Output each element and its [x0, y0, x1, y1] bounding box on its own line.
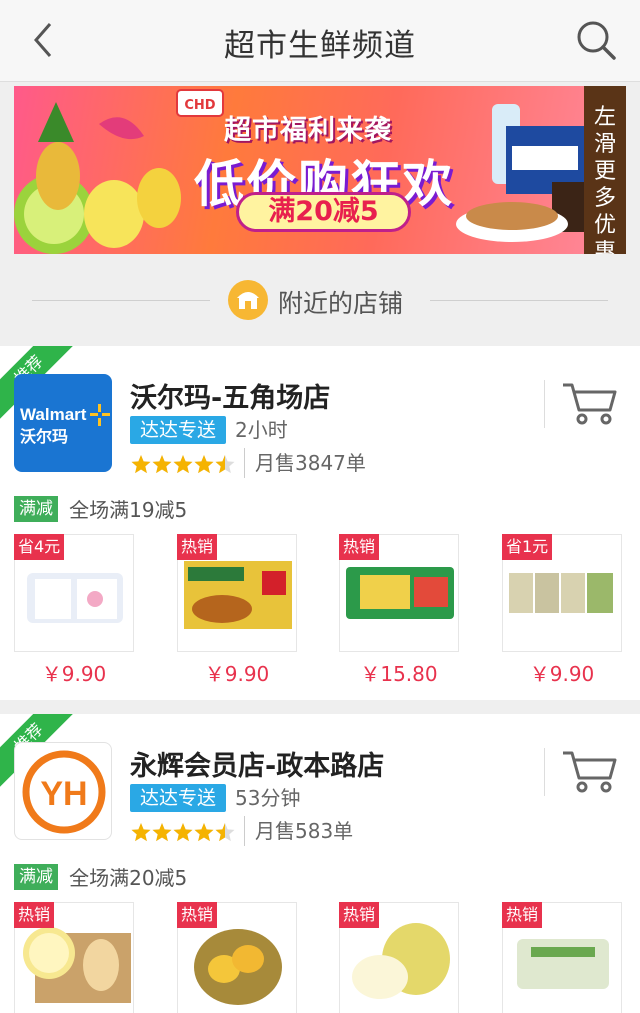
- search-button[interactable]: [574, 18, 618, 62]
- search-icon: [577, 21, 616, 60]
- product-card[interactable]: 省1元 ￥9.90: [502, 534, 626, 686]
- product-tag: 热销: [177, 534, 218, 560]
- cart-button[interactable]: [560, 748, 620, 794]
- product-price: ￥9.90: [204, 662, 270, 686]
- brand-mark-text: CHD: [184, 98, 215, 113]
- delivery-eta: 53分钟: [235, 786, 301, 810]
- product-strip: 热销 热销 热销 热销: [0, 902, 640, 1013]
- product-tag: 热销: [177, 902, 218, 928]
- nearby-stores-header: 附近的店铺: [0, 270, 640, 332]
- delivery-badge: 达达专送: [130, 416, 227, 444]
- delivery-eta: 2小时: [235, 418, 288, 442]
- side-tab-char: 多: [593, 186, 616, 211]
- monthly-sales: 月售583单: [244, 816, 353, 846]
- rating-stars: [131, 823, 235, 842]
- walmart-spark-icon: [90, 404, 110, 426]
- product-price: ￥9.90: [529, 662, 595, 686]
- star-filled-icon: [194, 823, 214, 842]
- product-card[interactable]: 省4元 ￥9.90: [14, 534, 138, 686]
- section-title: 附近的店铺: [278, 289, 404, 318]
- dragonfruit-image: [99, 117, 144, 140]
- yh-logo: YH: [14, 742, 112, 840]
- pineapple-leaves: [38, 102, 74, 142]
- logo-text-line1: Walmart: [20, 405, 87, 424]
- side-tab-char: 优: [593, 213, 616, 238]
- rating-stars: [131, 455, 235, 474]
- store-name: 永辉会员店-政本路店: [130, 751, 385, 782]
- product-strip: 省4元 ￥9.90 热销 ￥9.90 热销 ￥15.80 省1元 ￥9.90: [0, 534, 640, 686]
- product-price: ￥15.80: [360, 662, 438, 686]
- shopping-cart-icon: [563, 751, 617, 793]
- logo-text-line2: 沃尔玛: [20, 427, 68, 446]
- product-card[interactable]: 热销: [339, 902, 463, 1013]
- product-tag: 省4元: [14, 534, 65, 560]
- store-card-walmart[interactable]: 推荐 Walmart 沃尔玛 沃尔玛-五角场店 达达专送 2小时 月售3847单: [0, 346, 640, 700]
- product-card[interactable]: 热销: [177, 902, 301, 1013]
- store-name: 沃尔玛-五角场店: [130, 383, 331, 414]
- logo-text: YH: [40, 775, 87, 813]
- app-page: 超市生鲜频道 CHD 超市福利来袭 低价购狂欢 满20减5 左 滑 更 多 优 …: [0, 0, 640, 1013]
- discount-text: 全场满20减5: [69, 866, 188, 890]
- store-icon: [228, 280, 268, 320]
- product-tag: 热销: [14, 902, 55, 928]
- divider: [544, 748, 545, 796]
- side-tab-char: 惠: [593, 240, 616, 254]
- cart-button[interactable]: [560, 380, 620, 426]
- star-filled-icon: [131, 823, 151, 842]
- star-filled-icon: [173, 823, 193, 842]
- product-card[interactable]: 热销 ￥9.90: [177, 534, 301, 686]
- divider-line: [32, 300, 210, 301]
- pear-image: [84, 180, 144, 248]
- discount-row: 满减 全场满20减5: [14, 862, 187, 890]
- product-tag: 热销: [502, 902, 543, 928]
- divider-line: [430, 300, 608, 301]
- product-price: ￥9.90: [41, 662, 107, 686]
- promo-banner[interactable]: CHD 超市福利来袭 低价购狂欢 满20减5 左 滑 更 多 优 惠: [14, 86, 626, 254]
- store-card-yonghui[interactable]: 推荐 YH 永辉会员店-政本路店 达达专送 53分钟 月售583单 满减 全场满…: [0, 714, 640, 1013]
- walmart-logo: Walmart 沃尔玛: [14, 374, 112, 472]
- star-filled-icon: [194, 455, 214, 474]
- pineapple-image: [36, 142, 80, 210]
- divider: [544, 380, 545, 428]
- delivery-badge: 达达专送: [130, 784, 227, 812]
- discount-tag: 满减: [14, 863, 58, 890]
- monthly-sales: 月售3847单: [244, 448, 366, 478]
- banner-promo-pill: 满20减5: [236, 192, 411, 232]
- discount-text: 全场满19减5: [69, 498, 188, 522]
- star-filled-icon: [152, 455, 172, 474]
- side-tab-char: 更: [593, 159, 616, 184]
- product-card[interactable]: 热销 ￥15.80: [339, 534, 463, 686]
- product-card[interactable]: 热销: [502, 902, 626, 1013]
- side-tab-char: 滑: [593, 132, 616, 157]
- product-tag: 热销: [339, 534, 380, 560]
- star-filled-icon: [131, 455, 151, 474]
- side-tab-char: 左: [593, 105, 616, 130]
- top-nav-bar: 超市生鲜频道: [0, 0, 640, 82]
- discount-row: 满减 全场满19减5: [14, 494, 187, 522]
- swipe-more-tab[interactable]: 左 滑 更 多 优 惠: [584, 86, 626, 254]
- product-tag: 省1元: [502, 534, 553, 560]
- product-card[interactable]: 热销: [14, 902, 138, 1013]
- banner-subtitle: 超市福利来袭: [224, 115, 392, 146]
- star-filled-icon: [152, 823, 172, 842]
- page-title: 超市生鲜频道: [224, 28, 416, 64]
- discount-tag: 满减: [14, 495, 58, 522]
- shopping-cart-icon: [563, 383, 617, 425]
- product-tag: 热销: [339, 902, 380, 928]
- star-filled-icon: [173, 455, 193, 474]
